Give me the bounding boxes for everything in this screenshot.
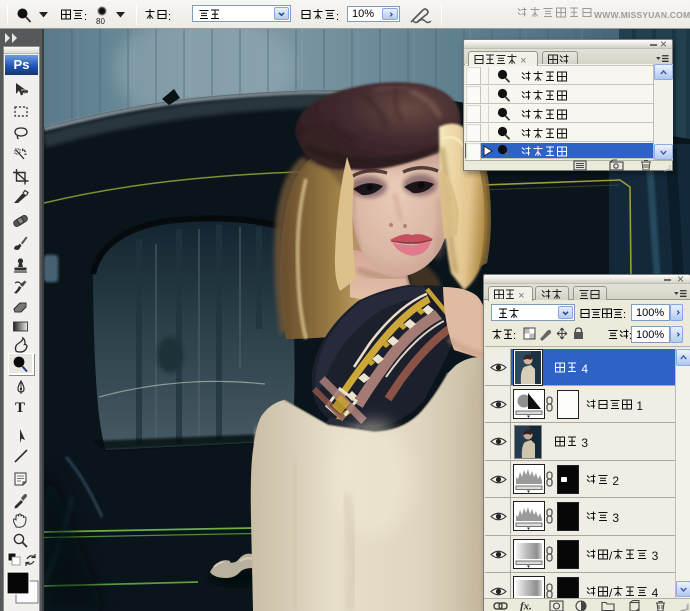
svg-text:fx.: fx. (520, 601, 532, 611)
svg-text:T: T (15, 400, 25, 416)
